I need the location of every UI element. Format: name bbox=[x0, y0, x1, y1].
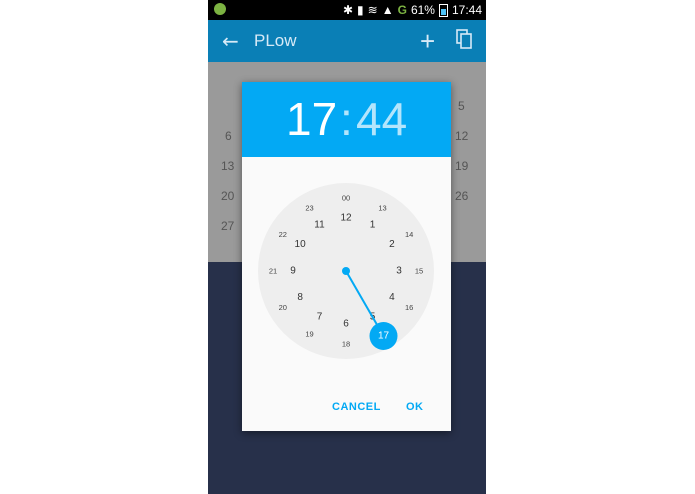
clock-hour-outer[interactable]: 4 bbox=[389, 292, 395, 303]
clock-hour-inner[interactable]: 18 bbox=[342, 340, 350, 349]
clock-hour-outer[interactable]: 1 bbox=[370, 220, 376, 231]
clock-hour-inner[interactable]: 22 bbox=[279, 230, 287, 239]
clock-hour-inner[interactable]: 19 bbox=[305, 330, 313, 339]
clock-hour-inner[interactable]: 21 bbox=[269, 267, 277, 276]
copy-icon[interactable] bbox=[456, 29, 472, 49]
calendar-day: 19 bbox=[455, 159, 469, 173]
clock-hour-outer[interactable]: 6 bbox=[343, 319, 349, 330]
calendar-day: 12 bbox=[455, 129, 469, 143]
clock-hour-outer[interactable]: 7 bbox=[317, 311, 323, 322]
sd-card-icon: ▮ bbox=[357, 3, 364, 17]
clock-hour-outer[interactable]: 2 bbox=[389, 239, 395, 250]
time-separator: : bbox=[340, 93, 353, 145]
clock-face[interactable]: 121234567891011001314151617181920212223 … bbox=[258, 183, 434, 359]
bluetooth-icon: ✱ bbox=[342, 3, 354, 17]
status-time: 17:44 bbox=[451, 3, 482, 17]
calendar-day: 6 bbox=[225, 129, 232, 143]
selected-hour-label: 17 bbox=[378, 331, 390, 342]
time-picker-dialog: 17 : 44 12123456789101100131415161718192… bbox=[242, 82, 451, 431]
battery-percent: 61% bbox=[410, 3, 435, 17]
app-bar: ← PLow + bbox=[208, 20, 486, 62]
status-bar: ✱ ▮ ≋ ▲ G 61% 17:44 bbox=[208, 0, 486, 20]
clock-hour-inner[interactable]: 23 bbox=[305, 203, 313, 212]
clock-hour-outer[interactable]: 10 bbox=[295, 239, 307, 250]
clock-hour-inner[interactable]: 16 bbox=[405, 303, 413, 312]
calendar-day: 27 bbox=[221, 219, 235, 233]
hour-display[interactable]: 17 bbox=[286, 96, 337, 142]
clock-hour-inner[interactable]: 15 bbox=[415, 267, 423, 276]
add-icon[interactable]: + bbox=[420, 26, 435, 57]
clock-hour-outer[interactable]: 9 bbox=[290, 266, 296, 277]
clock-hour-inner[interactable]: 13 bbox=[378, 203, 386, 212]
calendar-day: 20 bbox=[221, 189, 235, 203]
phone-screen: ✱ ▮ ≋ ▲ G 61% 17:44 ← PLow + 5 6 12 13 1… bbox=[208, 0, 486, 494]
clock-hour-inner[interactable]: 00 bbox=[342, 194, 350, 203]
calendar-day: 26 bbox=[455, 189, 469, 203]
status-right: ✱ ▮ ≋ ▲ G 61% 17:44 bbox=[343, 2, 482, 18]
network-type: G bbox=[397, 3, 407, 17]
app-title: PLow bbox=[254, 31, 297, 50]
ok-button[interactable]: OK bbox=[406, 401, 424, 413]
clock-hour-inner[interactable]: 20 bbox=[279, 303, 287, 312]
signal-icon: ▲ bbox=[381, 3, 394, 17]
back-arrow-icon[interactable]: ← bbox=[222, 29, 239, 53]
wifi-icon: ≋ bbox=[367, 3, 378, 17]
clock-hour-inner[interactable]: 14 bbox=[405, 230, 413, 239]
android-debug-icon bbox=[214, 3, 226, 15]
battery-icon bbox=[438, 3, 448, 17]
time-header: 17 : 44 bbox=[242, 82, 451, 157]
cancel-button[interactable]: CANCEL bbox=[332, 401, 381, 413]
calendar-day: 5 bbox=[458, 99, 465, 113]
clock-hour-outer[interactable]: 12 bbox=[340, 213, 352, 224]
clock-hour-outer[interactable]: 11 bbox=[314, 220, 325, 231]
calendar-day: 13 bbox=[221, 159, 235, 173]
clock-center-dot bbox=[342, 267, 350, 275]
clock-hour-outer[interactable]: 8 bbox=[297, 292, 303, 303]
clock-hour-outer[interactable]: 3 bbox=[396, 266, 402, 277]
minute-display[interactable]: 44 bbox=[356, 96, 407, 142]
